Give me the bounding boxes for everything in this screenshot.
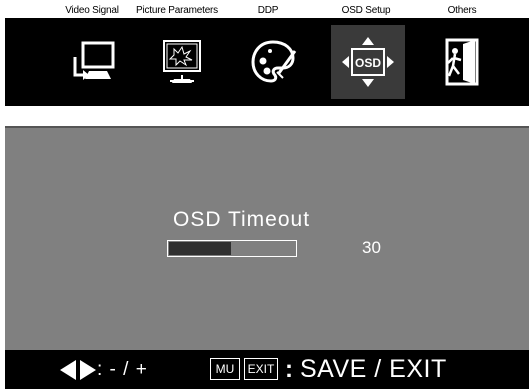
setting-value: 30 [362,238,381,257]
footer-help-bar: : - / + MU EXIT : SAVE / EXIT [5,350,529,389]
tab-label-others[interactable]: Others [448,5,477,16]
menu-icon-bar: OSD [5,18,529,106]
exit-door-icon [445,38,479,86]
save-exit-label: SAVE / EXIT [300,355,447,383]
video-signal-icon [73,41,115,80]
tab-picture-parameters[interactable] [145,25,219,99]
tab-label-picture-parameters[interactable]: Picture Parameters [136,5,218,16]
menu-key[interactable]: MU [210,358,240,380]
adjust-hint: : - / + [97,359,148,380]
osd-setup-icon: OSD [342,37,394,87]
svg-text:OSD: OSD [355,56,381,70]
tab-label-osd-setup[interactable]: OSD Setup [342,5,391,16]
palette-icon [251,40,297,83]
tab-label-video-signal[interactable]: Video Signal [65,5,119,16]
osd-timeout-slider[interactable] [167,240,297,257]
exit-key[interactable]: EXIT [244,358,278,380]
tab-label-ddp[interactable]: DDP [258,5,279,16]
tab-osd-setup[interactable]: OSD [331,25,405,99]
left-right-arrows-icon [60,360,96,380]
tab-others[interactable] [426,25,500,99]
key-colon: : [285,356,293,383]
settings-panel: OSD Timeout 30 [5,126,529,350]
setting-title: OSD Timeout [173,208,311,231]
tab-labels: Video Signal Picture Parameters DDP OSD … [0,0,529,18]
picture-parameters-icon [163,40,201,83]
tab-ddp[interactable] [236,25,310,99]
tab-video-signal[interactable] [58,25,132,99]
slider-fill [169,242,231,255]
